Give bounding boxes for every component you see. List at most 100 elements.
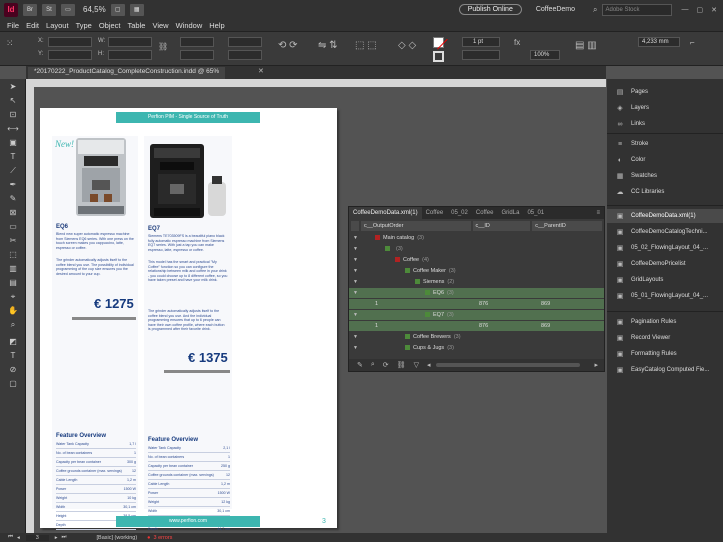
dock-item[interactable]: ▣ Pagination Rules xyxy=(607,315,723,329)
zoom-tool-icon[interactable]: ⌕ xyxy=(4,318,22,331)
panel-menu-icon[interactable]: ≡ xyxy=(592,207,604,219)
product-card-eq7[interactable]: EQ7 Siemens TE703509FS is a beautiful pi… xyxy=(144,136,232,534)
dock-item[interactable]: ▦ Swatches xyxy=(607,169,723,183)
formatting-affects-icon[interactable]: T xyxy=(4,349,22,362)
scroll-left-icon[interactable]: ◂ xyxy=(427,361,431,369)
selection-tool-icon[interactable]: ➤ xyxy=(4,80,22,93)
flip-icons[interactable]: ⇋ ⇅ xyxy=(318,40,338,51)
tab-coffeedemodata[interactable]: CoffeeDemoData.xml(1) xyxy=(349,207,422,219)
dock-item[interactable]: ▣ GridLayouts xyxy=(607,273,723,287)
workspace-switcher[interactable]: CoffeeDemo xyxy=(536,6,575,13)
line-tool-icon[interactable]: ⟋ xyxy=(4,164,22,177)
expand-arrow-icon[interactable]: ▼ xyxy=(353,343,358,353)
dock-item[interactable]: ◐ Color xyxy=(607,153,723,167)
horizontal-ruler[interactable] xyxy=(26,79,606,87)
expand-arrow-icon[interactable]: ▼ xyxy=(353,233,358,243)
tree-row[interactable]: ▼ Siemens (2) xyxy=(349,277,604,287)
menu-table[interactable]: Table xyxy=(128,21,146,30)
corner-options-icon[interactable]: ⌐ xyxy=(690,38,695,47)
tree-row[interactable]: ▼ Coffee (4) xyxy=(349,255,604,265)
tree-row[interactable]: ▼ Main catalog (3) xyxy=(349,233,604,243)
next-page-icon[interactable]: ▸ xyxy=(55,535,58,541)
dock-item[interactable]: ∞ Links xyxy=(607,117,723,131)
stroke-type-field[interactable] xyxy=(462,50,500,60)
page-number-field[interactable]: 3 xyxy=(25,534,49,541)
corner-size-field[interactable]: 4,233 mm xyxy=(638,37,680,47)
opacity-field[interactable]: 100% xyxy=(530,50,560,60)
expand-arrow-icon[interactable]: ▼ xyxy=(353,255,358,265)
constrain-proportions-icon[interactable]: ⛓ xyxy=(158,42,168,51)
pencil-tool-icon[interactable]: ✎ xyxy=(4,192,22,205)
dock-item[interactable]: ☁ CC Libraries xyxy=(607,185,723,199)
free-transform-tool-icon[interactable]: ⬚ xyxy=(4,248,22,261)
dock-item[interactable]: ▤ Pages xyxy=(607,85,723,99)
link-icon[interactable]: ⛓ xyxy=(397,361,406,369)
hand-tool-icon[interactable]: ✋ xyxy=(4,304,22,317)
vertical-ruler[interactable] xyxy=(26,87,34,533)
preflight-profile[interactable]: [Basic] (working) xyxy=(97,535,138,541)
tree-row[interactable]: ▼ EQ6 (3) xyxy=(349,288,604,298)
scale-x-field[interactable] xyxy=(180,37,214,47)
bridge-icon[interactable]: Br xyxy=(23,3,37,16)
tab-gridla[interactable]: GridLa xyxy=(497,207,523,219)
apply-none-icon[interactable]: ⊘ xyxy=(4,363,22,376)
screen-mode-icon[interactable]: ▢ xyxy=(110,3,125,16)
menu-view[interactable]: View xyxy=(152,21,168,30)
scissors-tool-icon[interactable]: ✂ xyxy=(4,234,22,247)
tree-row[interactable]: 1 876 869 xyxy=(349,321,604,331)
minimize-icon[interactable]: — xyxy=(682,6,689,13)
stock-icon[interactable]: St xyxy=(42,3,56,16)
h-field[interactable] xyxy=(108,50,152,60)
tree-row[interactable]: ▼ EQ7 (3) xyxy=(349,310,604,320)
column-header-parentid[interactable]: c__ParentID xyxy=(532,221,603,231)
horizontal-scrollbar[interactable] xyxy=(436,363,581,367)
dock-item[interactable]: ▣ Formatting Rules xyxy=(607,347,723,361)
note-tool-icon[interactable]: ▤ xyxy=(4,276,22,289)
panel-search-icon[interactable]: ⌕ xyxy=(371,361,375,369)
column-header-outputorder[interactable]: c__OutputOrder xyxy=(360,221,471,231)
expand-arrow-icon[interactable]: ▼ xyxy=(353,244,358,254)
close-tab-icon[interactable]: ✕ xyxy=(258,67,264,75)
last-page-icon[interactable]: ⏭ xyxy=(62,534,67,541)
error-count[interactable]: 3 errors xyxy=(153,535,172,541)
dock-item[interactable]: ▣ Record Viewer xyxy=(607,331,723,345)
close-icon[interactable]: ✕ xyxy=(711,6,717,14)
menu-object[interactable]: Object xyxy=(99,21,121,30)
menu-edit[interactable]: Edit xyxy=(26,21,39,30)
fill-stroke-icon[interactable]: ◩ xyxy=(4,335,22,348)
expand-arrow-icon[interactable]: ▼ xyxy=(353,288,358,298)
update-icon[interactable]: ⟳ xyxy=(383,361,389,369)
stroke-swatch[interactable] xyxy=(433,51,444,62)
menu-layout[interactable]: Layout xyxy=(46,21,69,30)
tree-row[interactable]: 1 876 869 xyxy=(349,299,604,309)
product-card-eq6[interactable]: New! EQ6 Blend new super automatic espre… xyxy=(52,136,138,530)
expand-arrow-icon[interactable]: ▼ xyxy=(353,332,358,342)
rectangle-tool-icon[interactable]: ▭ xyxy=(4,220,22,233)
maximize-icon[interactable]: ▢ xyxy=(697,6,704,14)
pen-tool-icon[interactable]: ✒ xyxy=(4,178,22,191)
tab-coffee-1[interactable]: Coffee xyxy=(422,207,448,219)
adobe-stock-search[interactable]: Adobe Stock xyxy=(601,3,672,16)
menu-file[interactable]: File xyxy=(7,21,19,30)
tree-row[interactable]: ▼ Coffee Maker (3) xyxy=(349,266,604,276)
menu-type[interactable]: Type xyxy=(76,21,92,30)
reference-point-icon[interactable]: ⁙ xyxy=(6,38,14,49)
dock-item[interactable]: ≡ Stroke xyxy=(607,137,723,151)
eyedropper-tool-icon[interactable]: ⌖ xyxy=(4,290,22,303)
dock-item[interactable]: ▣ EasyCatalog Computed Fie... xyxy=(607,363,723,377)
content-collector-icon[interactable]: ▣ xyxy=(4,136,22,149)
prev-page-icon[interactable]: ◂ xyxy=(17,535,20,541)
gap-tool-icon[interactable]: ⟷ xyxy=(4,122,22,135)
zoom-level[interactable]: 64,5% xyxy=(83,5,106,14)
w-field[interactable] xyxy=(108,37,152,47)
tree-row[interactable]: ▼ Coffee Brewers (3) xyxy=(349,332,604,342)
expand-arrow-icon[interactable]: ▼ xyxy=(353,277,358,287)
dock-item[interactable]: ▣ CoffeeDemoData.xml(1) xyxy=(607,209,723,223)
menu-window[interactable]: Window xyxy=(176,21,203,30)
dock-item[interactable]: ▣ 05_02_FlowingLayout_04_... xyxy=(607,241,723,255)
first-page-icon[interactable]: ⏮ xyxy=(8,534,13,541)
tree-row[interactable]: ▼ Cups & Jugs (3) xyxy=(349,343,604,353)
rectangle-frame-tool-icon[interactable]: ⊠ xyxy=(4,206,22,219)
direct-selection-tool-icon[interactable]: ↖ xyxy=(4,94,22,107)
expand-arrow-icon[interactable]: ▼ xyxy=(353,310,358,320)
